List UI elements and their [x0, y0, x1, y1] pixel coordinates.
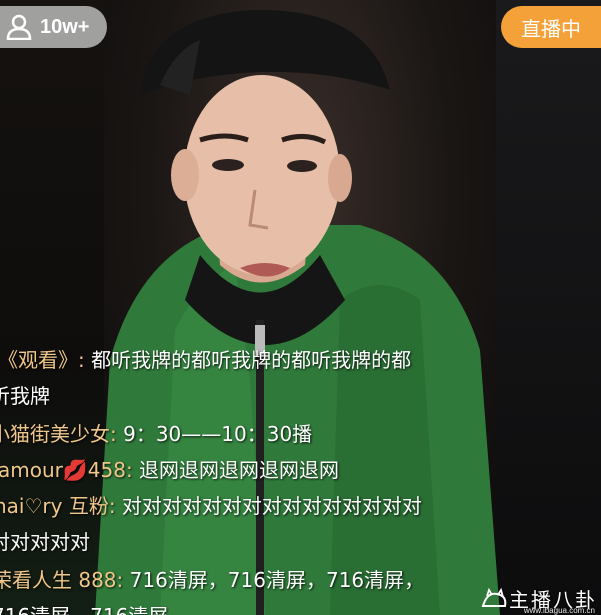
chat-message: hai♡ry 互粉: 对对对对对对对对对对对对对对对 [0, 492, 422, 520]
chat-message-continued: 对对对对对 [0, 528, 90, 556]
chat-message: 荣看人生 888: 716清屏，716清屏，716清屏， [0, 566, 424, 594]
chat-username[interactable]: 《观看》: [0, 348, 85, 372]
streamer-video [95, 9, 500, 615]
chat-text: 退网退网退网退网退网 [132, 458, 340, 482]
chat-username[interactable]: hai♡ry 互粉: [0, 494, 116, 518]
chat-message-continued: 716清屏，716清屏 [0, 602, 168, 615]
streamer-face [184, 75, 340, 275]
chat-message: amour💋458: 退网退网退网退网退网 [0, 456, 339, 484]
chat-text: 都听我牌的都听我牌的都听我牌的都 [84, 348, 412, 372]
chat-message-continued: 听我牌 [0, 382, 50, 410]
chat-text: 716清屏，716清屏，716清屏， [123, 568, 425, 592]
chat-text: 对对对对对 [0, 530, 90, 554]
viewer-count-pill[interactable]: 10w+ [0, 6, 107, 48]
chat-username[interactable]: 小猫街美少女: [0, 422, 117, 446]
chat-text: 对对对对对对对对对对对对对对对 [115, 494, 422, 518]
live-stream-view: 10w+ 直播中 《观看》: 都听我牌的都听我牌的都听我牌的都 听我牌 小猫街美… [0, 0, 601, 615]
chat-text: 716清屏，716清屏 [0, 604, 168, 615]
chat-text: 9：30——10：30播 [116, 422, 313, 446]
watermark-logo: 主播八卦 www.ibagua.com.cn [481, 584, 597, 615]
chat-message: 小猫街美少女: 9：30——10：30播 [0, 420, 312, 448]
watermark-url: www.ibagua.com.cn [523, 606, 595, 615]
live-status-badge[interactable]: 直播中 [501, 6, 601, 48]
viewer-count: 10w+ [40, 15, 90, 38]
chat-text: 听我牌 [0, 384, 50, 408]
chat-username[interactable]: amour💋458: [0, 458, 133, 482]
user-icon [4, 12, 34, 42]
chat-username[interactable]: 荣看人生 888: [0, 568, 123, 592]
cat-logo-icon [481, 587, 507, 607]
chat-message: 《观看》: 都听我牌的都听我牌的都听我牌的都 [0, 346, 411, 374]
